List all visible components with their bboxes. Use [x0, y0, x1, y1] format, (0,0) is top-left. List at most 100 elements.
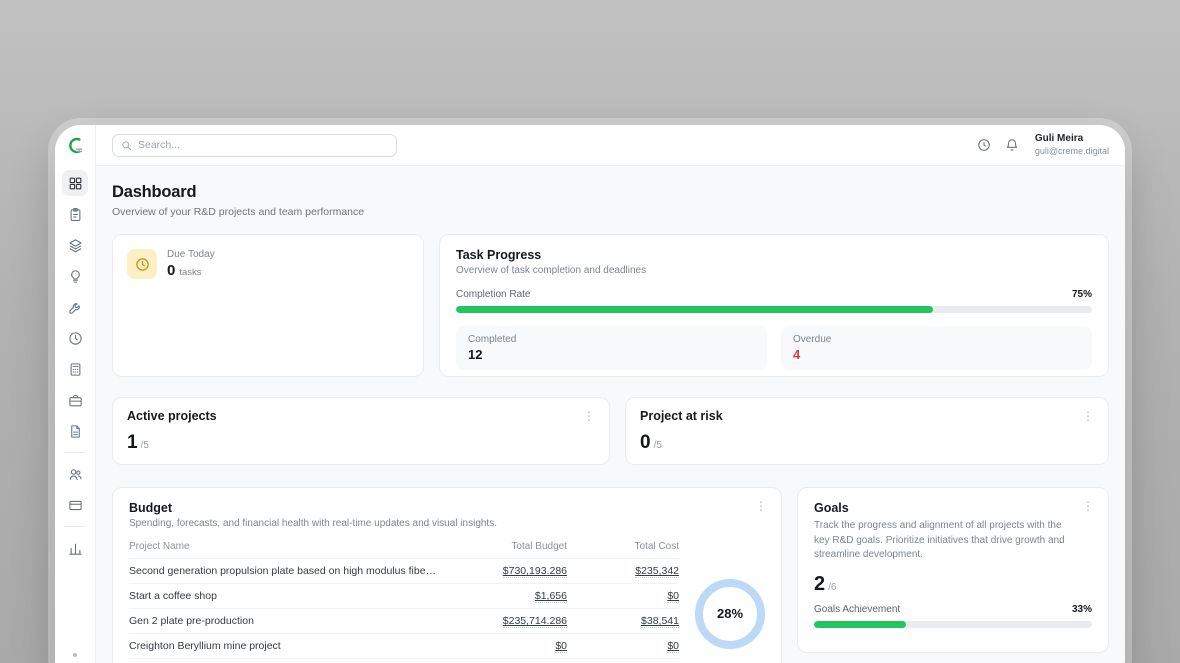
completion-rate-label: Completion Rate	[456, 289, 530, 300]
goals-title: Goals	[814, 501, 1092, 515]
overdue-stat: Overdue 4	[781, 326, 1092, 370]
credit-card-icon	[68, 498, 83, 513]
goals-achievement-value: 33%	[1072, 604, 1092, 615]
sidebar-item-projects[interactable]	[62, 232, 88, 258]
sidebar-item-ideas[interactable]	[62, 263, 88, 289]
sidebar-item-tools[interactable]	[62, 294, 88, 320]
total-cost-value[interactable]: $0	[667, 590, 679, 603]
table-row[interactable]: Second generation propulsion plate based…	[129, 559, 679, 584]
kebab-menu-icon[interactable]: ⋮	[751, 498, 771, 514]
table-row[interactable]: Start a coffee shop $1,656 $0	[129, 584, 679, 609]
overdue-label: Overdue	[793, 334, 1080, 345]
task-progress-title: Task Progress	[456, 248, 1092, 262]
goals-progressbar-fill	[814, 621, 906, 628]
user-name: Guli Meira	[1035, 133, 1109, 146]
active-projects-value: 1	[127, 432, 138, 454]
kebab-menu-icon[interactable]: ⋮	[579, 408, 599, 424]
total-budget-value[interactable]: $0	[555, 640, 567, 653]
app-logo-icon[interactable]	[66, 136, 85, 160]
sidebar-item-billing[interactable]	[62, 492, 88, 518]
briefcase-icon	[68, 393, 83, 408]
project-name: Creighton Beryllium mine project	[129, 640, 445, 652]
completion-progressbar-fill	[456, 306, 933, 313]
page-subtitle: Overview of your R&D projects and team p…	[112, 206, 1109, 218]
active-projects-total: /5	[141, 440, 149, 451]
total-budget-value[interactable]: $235,714.286	[503, 615, 567, 628]
completion-rate-value: 75%	[1072, 289, 1092, 300]
sidebar-item-dashboard[interactable]	[62, 170, 88, 196]
goals-card: Goals ⋮ Track the progress and alignment…	[797, 487, 1109, 653]
budget-table: Project Name Total Budget Total Cost Sec…	[129, 541, 679, 663]
due-today-card: Due Today 0 tasks	[112, 234, 424, 377]
due-today-unit: tasks	[179, 267, 201, 278]
table-row[interactable]: Creighton Beryllium mine project $0 $0	[129, 634, 679, 659]
status-dot-icon	[73, 653, 77, 657]
layers-icon	[68, 238, 83, 253]
budget-title: Budget	[129, 501, 765, 515]
history-icon[interactable]	[977, 138, 991, 152]
completed-stat: Completed 12	[456, 326, 767, 370]
due-today-value: 0	[167, 262, 175, 279]
budget-donut-value: 28%	[717, 606, 743, 621]
overdue-value: 4	[793, 347, 1080, 362]
active-projects-title: Active projects	[127, 409, 595, 423]
project-name: Second generation propulsion plate based…	[129, 565, 445, 577]
clipboard-icon	[68, 207, 83, 222]
sidebar-item-time[interactable]	[62, 325, 88, 351]
user-email: guli@creme.digital	[1035, 146, 1109, 157]
kebab-menu-icon[interactable]: ⋮	[1078, 498, 1098, 514]
task-progress-card: Task Progress Overview of task completio…	[439, 234, 1109, 377]
dashboard-grid-icon	[68, 176, 83, 191]
search-input[interactable]	[138, 139, 388, 151]
table-row[interactable]: Gen 2 plate pre-production $235,714.286 …	[129, 609, 679, 634]
clock-icon	[68, 331, 83, 346]
kebab-menu-icon[interactable]: ⋮	[1078, 408, 1098, 424]
sidebar-item-calculator[interactable]	[62, 356, 88, 382]
bell-icon[interactable]	[1005, 138, 1019, 152]
users-icon	[68, 467, 83, 482]
project-name: Gen 2 plate pre-production	[129, 615, 445, 627]
goals-value: 2	[814, 573, 825, 596]
goals-total: /6	[828, 582, 836, 593]
project-at-risk-value: 0	[640, 432, 651, 454]
budget-card: Budget ⋮ Spending, forecasts, and financ…	[112, 487, 782, 663]
total-budget-value[interactable]: $730,193.286	[503, 565, 567, 578]
calculator-icon	[68, 362, 83, 377]
goals-achievement-label: Goals Achievement	[814, 604, 900, 615]
completed-label: Completed	[468, 334, 755, 345]
project-at-risk-title: Project at risk	[640, 409, 1094, 423]
file-icon	[68, 424, 83, 439]
total-budget-value[interactable]: $1,656	[535, 590, 567, 603]
topbar: Guli Meira guli@creme.digital	[96, 125, 1125, 166]
due-today-label: Due Today	[167, 249, 215, 260]
sidebar-item-team[interactable]	[62, 461, 88, 487]
goals-subtitle: Track the progress and alignment of all …	[814, 519, 1092, 563]
page-title: Dashboard	[112, 183, 1109, 202]
total-cost-value[interactable]: $0	[667, 640, 679, 653]
search-icon	[121, 140, 132, 151]
total-cost-value[interactable]: $38,541	[641, 615, 679, 628]
lightbulb-icon	[68, 269, 83, 284]
col-project-name: Project Name	[129, 541, 445, 552]
due-clock-icon	[127, 249, 157, 279]
sidebar-item-tasks[interactable]	[62, 201, 88, 227]
main-area: Guli Meira guli@creme.digital Dashboard …	[96, 125, 1125, 663]
app-window: V1.0 Guli Meira	[55, 125, 1125, 663]
sidebar-item-portfolio[interactable]	[62, 387, 88, 413]
more-projects-link[interactable]: +1 more projects	[129, 659, 679, 663]
budget-subtitle: Spending, forecasts, and financial healt…	[129, 518, 765, 529]
wrench-icon	[68, 300, 83, 315]
sidebar-divider	[64, 526, 86, 527]
search-box[interactable]	[112, 134, 397, 157]
sidebar-item-reports[interactable]	[62, 535, 88, 561]
user-menu[interactable]: Guli Meira guli@creme.digital	[1035, 133, 1109, 157]
goals-progressbar	[814, 621, 1092, 628]
active-projects-card: Active projects ⋮ 1 /5	[112, 397, 610, 465]
sidebar-item-documents[interactable]	[62, 418, 88, 444]
task-progress-subtitle: Overview of task completion and deadline…	[456, 265, 1092, 276]
page-content: Dashboard Overview of your R&D projects …	[96, 166, 1125, 663]
project-at-risk-card: Project at risk ⋮ 0 /5	[625, 397, 1109, 465]
sidebar: V1.0	[55, 125, 96, 663]
sidebar-divider	[64, 452, 86, 453]
total-cost-value[interactable]: $235,342	[635, 565, 679, 578]
